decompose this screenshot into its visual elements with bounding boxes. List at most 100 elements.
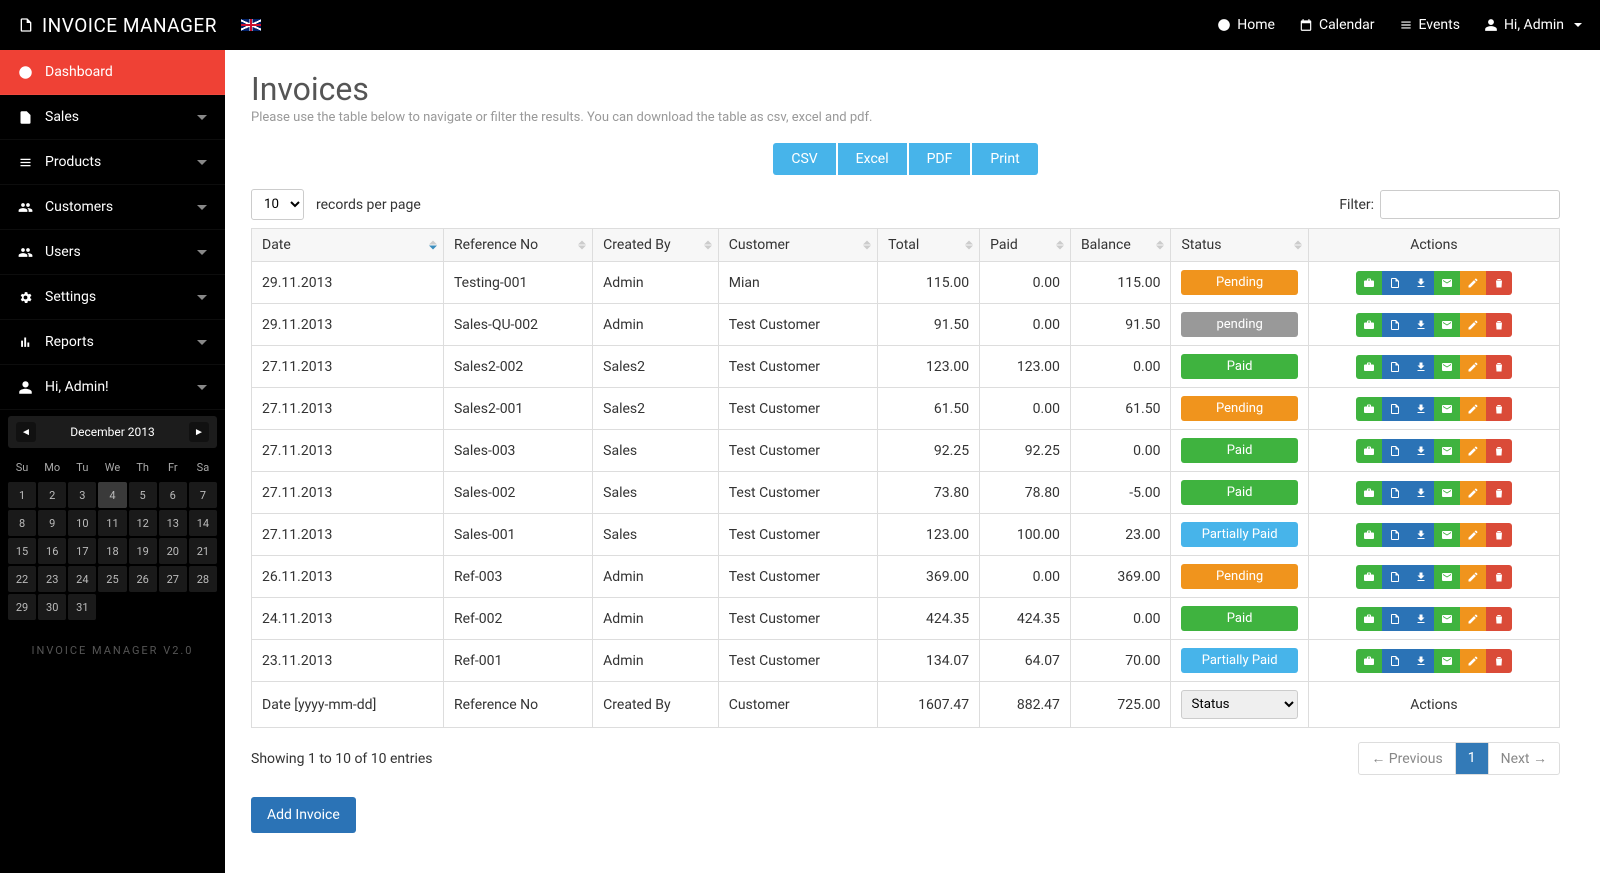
download-button[interactable] [1408, 313, 1434, 337]
open-button[interactable] [1382, 397, 1408, 421]
edit-button[interactable] [1460, 481, 1486, 505]
open-button[interactable] [1382, 439, 1408, 463]
email-button[interactable] [1434, 607, 1460, 631]
topnav-calendar[interactable]: Calendar [1299, 17, 1375, 33]
add-invoice-button[interactable]: Add Invoice [251, 797, 356, 833]
email-button[interactable] [1434, 439, 1460, 463]
pager-page-1[interactable]: 1 [1455, 743, 1488, 774]
calendar-day[interactable]: 2 [38, 482, 66, 508]
col-created-by[interactable]: Created By [593, 229, 719, 262]
calendar-day[interactable]: 4 [98, 482, 126, 508]
calendar-day[interactable]: 18 [98, 538, 126, 564]
download-button[interactable] [1408, 397, 1434, 421]
sidebar-item-hi-admin-[interactable]: Hi, Admin! [0, 365, 225, 410]
download-button[interactable] [1408, 649, 1434, 673]
delete-button[interactable] [1486, 397, 1512, 421]
open-button[interactable] [1382, 607, 1408, 631]
delete-button[interactable] [1486, 607, 1512, 631]
calendar-day[interactable]: 26 [129, 566, 157, 592]
calendar-day[interactable]: 12 [129, 510, 157, 536]
sidebar-item-dashboard[interactable]: Dashboard [0, 50, 225, 95]
view-button[interactable] [1356, 355, 1382, 379]
export-excel-button[interactable]: Excel [838, 143, 907, 175]
sidebar-item-reports[interactable]: Reports [0, 320, 225, 365]
topnav-events[interactable]: Events [1399, 17, 1460, 33]
delete-button[interactable] [1486, 523, 1512, 547]
open-button[interactable] [1382, 355, 1408, 379]
view-button[interactable] [1356, 607, 1382, 631]
view-button[interactable] [1356, 649, 1382, 673]
edit-button[interactable] [1460, 397, 1486, 421]
download-button[interactable] [1408, 271, 1434, 295]
calendar-day[interactable]: 25 [98, 566, 126, 592]
col-customer[interactable]: Customer [718, 229, 877, 262]
open-button[interactable] [1382, 523, 1408, 547]
sidebar-item-settings[interactable]: Settings [0, 275, 225, 320]
email-button[interactable] [1434, 481, 1460, 505]
col-paid[interactable]: Paid [980, 229, 1071, 262]
calendar-day[interactable]: 6 [159, 482, 187, 508]
view-button[interactable] [1356, 397, 1382, 421]
calendar-day[interactable]: 21 [189, 538, 217, 564]
export-print-button[interactable]: Print [972, 143, 1037, 175]
calendar-day[interactable]: 11 [98, 510, 126, 536]
export-pdf-button[interactable]: PDF [909, 143, 971, 175]
calendar-prev-button[interactable]: ◄ [16, 422, 36, 442]
calendar-day[interactable]: 7 [189, 482, 217, 508]
brand[interactable]: INVOICE MANAGER [18, 14, 261, 37]
col-date[interactable]: Date [252, 229, 444, 262]
col-balance[interactable]: Balance [1070, 229, 1171, 262]
calendar-day[interactable]: 30 [38, 594, 66, 620]
view-button[interactable] [1356, 523, 1382, 547]
topnav-home[interactable]: Home [1217, 17, 1275, 33]
edit-button[interactable] [1460, 649, 1486, 673]
view-button[interactable] [1356, 565, 1382, 589]
col-status[interactable]: Status [1171, 229, 1308, 262]
calendar-day[interactable]: 16 [38, 538, 66, 564]
calendar-day[interactable]: 23 [38, 566, 66, 592]
edit-button[interactable] [1460, 565, 1486, 589]
email-button[interactable] [1434, 313, 1460, 337]
sidebar-item-products[interactable]: Products [0, 140, 225, 185]
calendar-day[interactable]: 28 [189, 566, 217, 592]
edit-button[interactable] [1460, 439, 1486, 463]
delete-button[interactable] [1486, 355, 1512, 379]
calendar-day[interactable]: 15 [8, 538, 36, 564]
email-button[interactable] [1434, 523, 1460, 547]
download-button[interactable] [1408, 481, 1434, 505]
email-button[interactable] [1434, 355, 1460, 379]
delete-button[interactable] [1486, 439, 1512, 463]
col-reference-no[interactable]: Reference No [443, 229, 592, 262]
calendar-day[interactable]: 24 [68, 566, 96, 592]
email-button[interactable] [1434, 397, 1460, 421]
calendar-day[interactable]: 31 [68, 594, 96, 620]
open-button[interactable] [1382, 271, 1408, 295]
calendar-day[interactable]: 14 [189, 510, 217, 536]
calendar-day[interactable]: 3 [68, 482, 96, 508]
delete-button[interactable] [1486, 271, 1512, 295]
calendar-day[interactable]: 1 [8, 482, 36, 508]
delete-button[interactable] [1486, 313, 1512, 337]
delete-button[interactable] [1486, 649, 1512, 673]
calendar-day[interactable]: 29 [8, 594, 36, 620]
download-button[interactable] [1408, 607, 1434, 631]
pager-prev[interactable]: ← Previous [1359, 743, 1454, 774]
edit-button[interactable] [1460, 523, 1486, 547]
sidebar-item-sales[interactable]: Sales [0, 95, 225, 140]
calendar-day[interactable]: 10 [68, 510, 96, 536]
download-button[interactable] [1408, 523, 1434, 547]
sidebar-item-users[interactable]: Users [0, 230, 225, 275]
topnav-user[interactable]: Hi, Admin [1484, 17, 1582, 33]
locale-flag-icon[interactable] [241, 19, 261, 31]
calendar-day[interactable]: 5 [129, 482, 157, 508]
delete-button[interactable] [1486, 481, 1512, 505]
edit-button[interactable] [1460, 313, 1486, 337]
calendar-day[interactable]: 27 [159, 566, 187, 592]
open-button[interactable] [1382, 313, 1408, 337]
view-button[interactable] [1356, 439, 1382, 463]
edit-button[interactable] [1460, 355, 1486, 379]
filter-input[interactable] [1380, 190, 1560, 219]
email-button[interactable] [1434, 649, 1460, 673]
download-button[interactable] [1408, 439, 1434, 463]
view-button[interactable] [1356, 313, 1382, 337]
